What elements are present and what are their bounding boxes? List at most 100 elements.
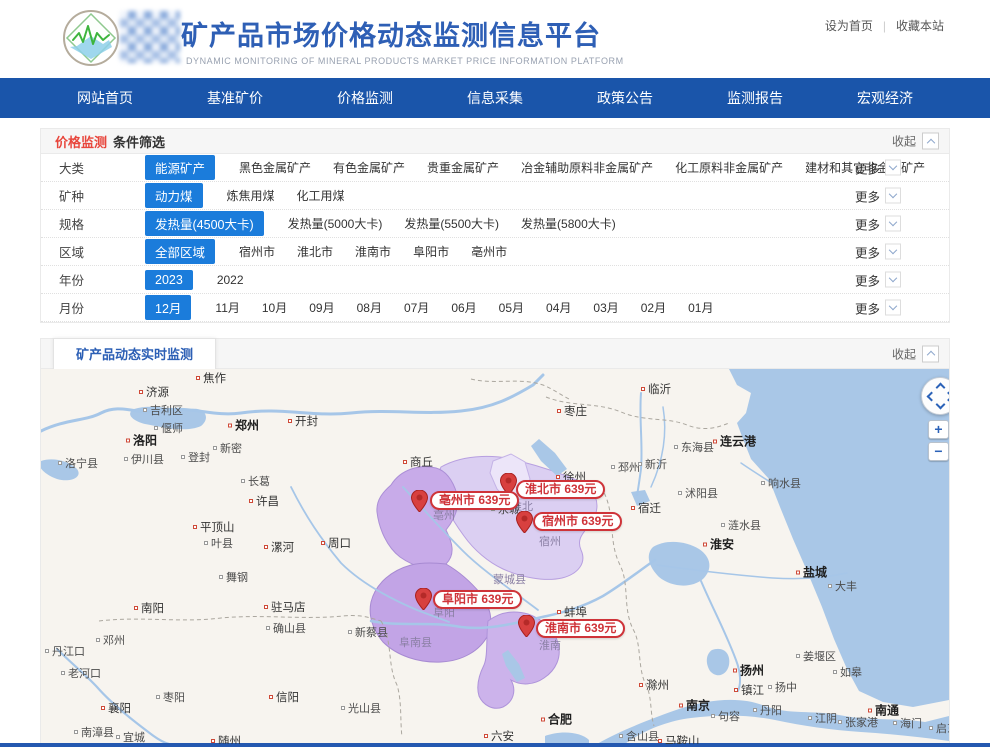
filter-option[interactable]: 05月 (499, 299, 524, 316)
nav-item-6[interactable]: 监测报告 (727, 88, 783, 108)
filter-option[interactable]: 09月 (309, 299, 334, 316)
filter-option[interactable]: 2022 (217, 273, 244, 287)
map-city-label: 阜南县 (399, 634, 432, 650)
map-city-name: 丹阳 (760, 702, 782, 718)
city-marker-icon (58, 461, 62, 465)
filter-option[interactable]: 宿州市 (239, 243, 275, 260)
filter-option[interactable]: 贵重金属矿产 (427, 159, 499, 176)
map-city-label: 含山县 (619, 728, 659, 744)
filter-option[interactable]: 06月 (451, 299, 476, 316)
nav-item-2[interactable]: 基准矿价 (207, 88, 263, 108)
map-pin-icon[interactable] (516, 511, 533, 533)
pan-right-icon[interactable] (944, 392, 949, 402)
pan-left-icon[interactable] (927, 392, 937, 402)
map-city-label: 驻马店 (264, 599, 306, 615)
map-canvas[interactable]: 焦作济源吉利区偃师郑州开封洛阳新密登封伊川县洛宁县长葛许昌商丘平顶山叶县漯河周口… (41, 369, 949, 744)
map-city-label: 东海县 (674, 439, 714, 455)
filter-selected-option[interactable]: 动力煤 (145, 183, 203, 208)
city-marker-icon (348, 630, 352, 634)
filter-option[interactable]: 07月 (404, 299, 429, 316)
set-home-link[interactable]: 设为首页 (825, 17, 873, 34)
filter-selected-option[interactable]: 全部区域 (145, 239, 215, 264)
nav-item-5[interactable]: 政策公告 (597, 88, 653, 108)
map-city-label: 句容 (711, 708, 740, 724)
nav-item-1[interactable]: 网站首页 (77, 88, 133, 108)
price-badge[interactable]: 亳州市 639元 (430, 491, 519, 510)
map-city-label: 长葛 (241, 473, 270, 489)
filter-option[interactable]: 化工原料非金属矿产 (675, 159, 783, 176)
filter-option[interactable]: 炼焦用煤 (227, 187, 275, 204)
map-pin-icon[interactable] (415, 588, 432, 610)
filter-option[interactable]: 化工用煤 (297, 187, 345, 204)
filter-selected-option[interactable]: 能源矿产 (145, 155, 215, 180)
map-pin-icon[interactable] (411, 490, 428, 512)
map-city-label: 海门 (893, 715, 922, 731)
city-marker-icon (641, 387, 645, 391)
map-city-name: 随州 (218, 733, 241, 744)
map-city-label: 襄阳 (101, 700, 131, 716)
filter-option[interactable]: 黑色金属矿产 (239, 159, 311, 176)
pan-down-icon[interactable] (936, 400, 946, 410)
map-city-name: 平顶山 (200, 519, 235, 535)
filter-collapse-button[interactable]: 收起 (892, 133, 939, 150)
monitor-collapse-button[interactable]: 收起 (892, 345, 939, 362)
map-city-name: 开封 (295, 413, 318, 429)
city-marker-icon (893, 721, 897, 725)
filter-option[interactable]: 有色金属矿产 (333, 159, 405, 176)
more-button[interactable]: 更多 (855, 298, 901, 317)
city-marker-icon (556, 475, 560, 479)
map-pin-icon[interactable] (518, 615, 535, 637)
favorite-link[interactable]: 收藏本站 (896, 17, 944, 34)
map-city-name: 沭阳县 (685, 485, 718, 501)
filter-selected-option[interactable]: 12月 (145, 295, 191, 320)
filter-option[interactable]: 08月 (357, 299, 382, 316)
filter-panel-title: 条件筛选 (113, 132, 165, 151)
more-button[interactable]: 更多 (855, 270, 901, 289)
chevron-down-icon (889, 162, 897, 170)
filter-option[interactable]: 淮南市 (355, 243, 391, 260)
tab-realtime-monitor[interactable]: 矿产品动态实时监测 (53, 338, 216, 369)
map-city-label: 丹阳 (753, 702, 782, 718)
more-button[interactable]: 更多 (855, 186, 901, 205)
filter-selected-option[interactable]: 2023 (145, 270, 193, 290)
city-marker-icon (868, 708, 872, 712)
filter-option[interactable]: 冶金辅助原料非金属矿产 (521, 159, 653, 176)
zoom-out-button[interactable]: − (928, 442, 949, 461)
filter-option[interactable]: 阜阳市 (413, 243, 449, 260)
filter-option[interactable]: 04月 (546, 299, 571, 316)
nav-item-7[interactable]: 宏观经济 (857, 88, 913, 108)
map-city-label: 郑州 (228, 417, 259, 434)
map-city-label: 连云港 (713, 433, 756, 450)
filter-option[interactable]: 发热量(5000大卡) (288, 215, 383, 232)
filter-option[interactable]: 03月 (593, 299, 618, 316)
filter-option[interactable]: 发热量(5800大卡) (521, 215, 616, 232)
map-city-name: 偃师 (161, 420, 183, 436)
filter-option[interactable]: 亳州市 (471, 243, 507, 260)
pan-up-icon[interactable] (936, 383, 946, 393)
nav-item-3[interactable]: 价格监测 (337, 88, 393, 108)
more-button[interactable]: 更多 (855, 214, 901, 233)
filter-selected-option[interactable]: 发热量(4500大卡) (145, 211, 264, 236)
map-city-name: 丹江口 (52, 643, 85, 659)
filter-option[interactable]: 01月 (688, 299, 713, 316)
map-city-name: 扬州 (740, 662, 764, 679)
filter-option[interactable]: 发热量(5500大卡) (404, 215, 499, 232)
city-marker-icon (658, 739, 662, 743)
price-badge[interactable]: 宿州市 639元 (533, 512, 622, 531)
more-button[interactable]: 更多 (855, 242, 901, 261)
city-marker-icon (241, 479, 245, 483)
price-badge[interactable]: 淮北市 639元 (516, 480, 605, 499)
filter-row-label: 矿种 (59, 186, 145, 205)
price-badge[interactable]: 阜阳市 639元 (433, 590, 522, 609)
filter-option[interactable]: 淮北市 (297, 243, 333, 260)
filter-option[interactable]: 02月 (641, 299, 666, 316)
map-city-label: 六安 (484, 728, 514, 744)
filter-option[interactable]: 11月 (215, 299, 239, 316)
price-badge[interactable]: 淮南市 639元 (536, 619, 625, 638)
nav-item-4[interactable]: 信息采集 (467, 88, 523, 108)
zoom-in-button[interactable]: + (928, 420, 949, 439)
map-city-name: 商丘 (410, 454, 433, 470)
main-nav: 网站首页 基准矿价 价格监测 信息采集 政策公告 监测报告 宏观经济 (0, 78, 990, 118)
more-button[interactable]: 更多 (855, 158, 901, 177)
filter-option[interactable]: 10月 (262, 299, 287, 316)
